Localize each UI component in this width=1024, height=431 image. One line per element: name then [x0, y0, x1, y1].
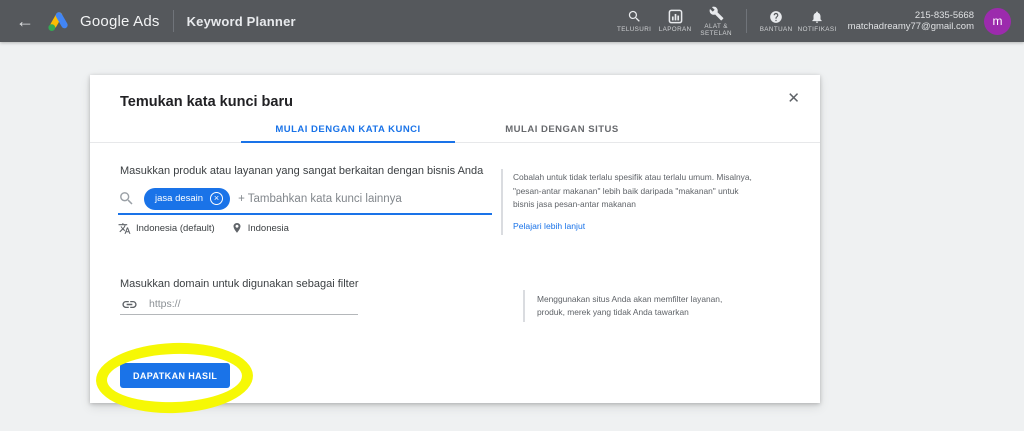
get-results-button[interactable]: DAPATKAN HASIL [120, 363, 231, 388]
app-header-left: ← Google Ads Keyword Planner [0, 10, 296, 32]
keywords-input-row[interactable]: jasa desain × [118, 185, 469, 212]
keyword-input[interactable] [238, 192, 469, 205]
app-header: ← Google Ads Keyword Planner TELUSURI LA… [0, 0, 1024, 42]
nav-search[interactable]: TELUSURI [614, 9, 655, 33]
account-phone: 215-835-5668 [914, 10, 974, 21]
nav-help[interactable]: BANTUAN [756, 10, 797, 33]
account-info: 215-835-5668 matchadreamy77@gmail.com [848, 10, 974, 32]
location-value: Indonesia [247, 222, 289, 234]
header-divider [172, 10, 174, 32]
targeting-row[interactable]: Indonesia (default) Indonesia [118, 220, 289, 236]
nav-tools-settings[interactable]: ALAT & SETELAN [696, 6, 737, 37]
nav-tools-settings-label: ALAT & SETELAN [700, 22, 732, 37]
account-email: matchadreamy77@gmail.com [847, 21, 974, 32]
location-pin-icon [233, 223, 241, 233]
link-icon [122, 300, 137, 308]
keywords-section-label: Masukkan produk atau layanan yang sangat… [120, 165, 484, 177]
keyword-chip-label: jasa desain [155, 193, 204, 204]
chip-remove-icon[interactable]: × [210, 192, 224, 205]
keywords-hint-text: Cobalah untuk tidak terlalu spesifik ata… [513, 172, 752, 209]
nav-reports-label: LAPORAN [658, 26, 692, 33]
google-ads-logo-icon[interactable] [47, 10, 71, 32]
nav-notifications-label: NOTIFIKASI [797, 25, 837, 33]
nav-notifications[interactable]: NOTIFIKASI [797, 10, 838, 33]
nav-reports[interactable]: LAPORAN [655, 9, 696, 33]
domain-input-row[interactable] [121, 293, 299, 315]
help-icon [770, 10, 782, 23]
learn-more-link[interactable]: Pelajari lebih lanjut [513, 220, 585, 234]
keyword-chip[interactable]: jasa desain × [144, 187, 231, 210]
reports-icon [668, 9, 682, 24]
language-icon [118, 222, 131, 234]
language-value: Indonesia (default) [136, 222, 215, 234]
nav-help-label: BANTUAN [759, 25, 793, 33]
page-title: Keyword Planner [186, 13, 296, 29]
dialog-tabs: MULAI DENGAN KATA KUNCI MULAI DENGAN SIT… [90, 118, 820, 143]
close-icon[interactable]: ✕ [787, 89, 800, 107]
keywords-hint: Cobalah untuk tidak terlalu spesifik ata… [501, 169, 753, 235]
domain-input-underline [120, 314, 358, 315]
nav-search-label: TELUSURI [616, 26, 652, 33]
keyword-input-underline [118, 213, 492, 215]
avatar[interactable]: m [984, 7, 1011, 35]
app-name: Google Ads [80, 12, 160, 30]
find-new-keywords-dialog: Temukan kata kunci baru ✕ MULAI DENGAN K… [90, 75, 820, 403]
domain-section-label: Masukkan domain untuk digunakan sebagai … [120, 278, 359, 290]
bell-icon [812, 10, 822, 23]
domain-input[interactable] [149, 298, 299, 310]
tab-start-with-keywords[interactable]: MULAI DENGAN KATA KUNCI [241, 118, 455, 143]
search-icon [628, 10, 640, 22]
app-header-right: TELUSURI LAPORAN ALAT & SETELAN BANTUAN … [614, 6, 1024, 37]
domain-hint: Menggunakan situs Anda akan memfilter la… [523, 290, 745, 322]
wrench-icon [709, 6, 724, 20]
tab-start-with-site[interactable]: MULAI DENGAN SITUS [455, 118, 669, 142]
header-divider [745, 9, 747, 33]
search-icon [120, 192, 133, 205]
back-arrow-icon[interactable]: ← [16, 12, 34, 30]
dialog-title: Temukan kata kunci baru [120, 94, 293, 110]
